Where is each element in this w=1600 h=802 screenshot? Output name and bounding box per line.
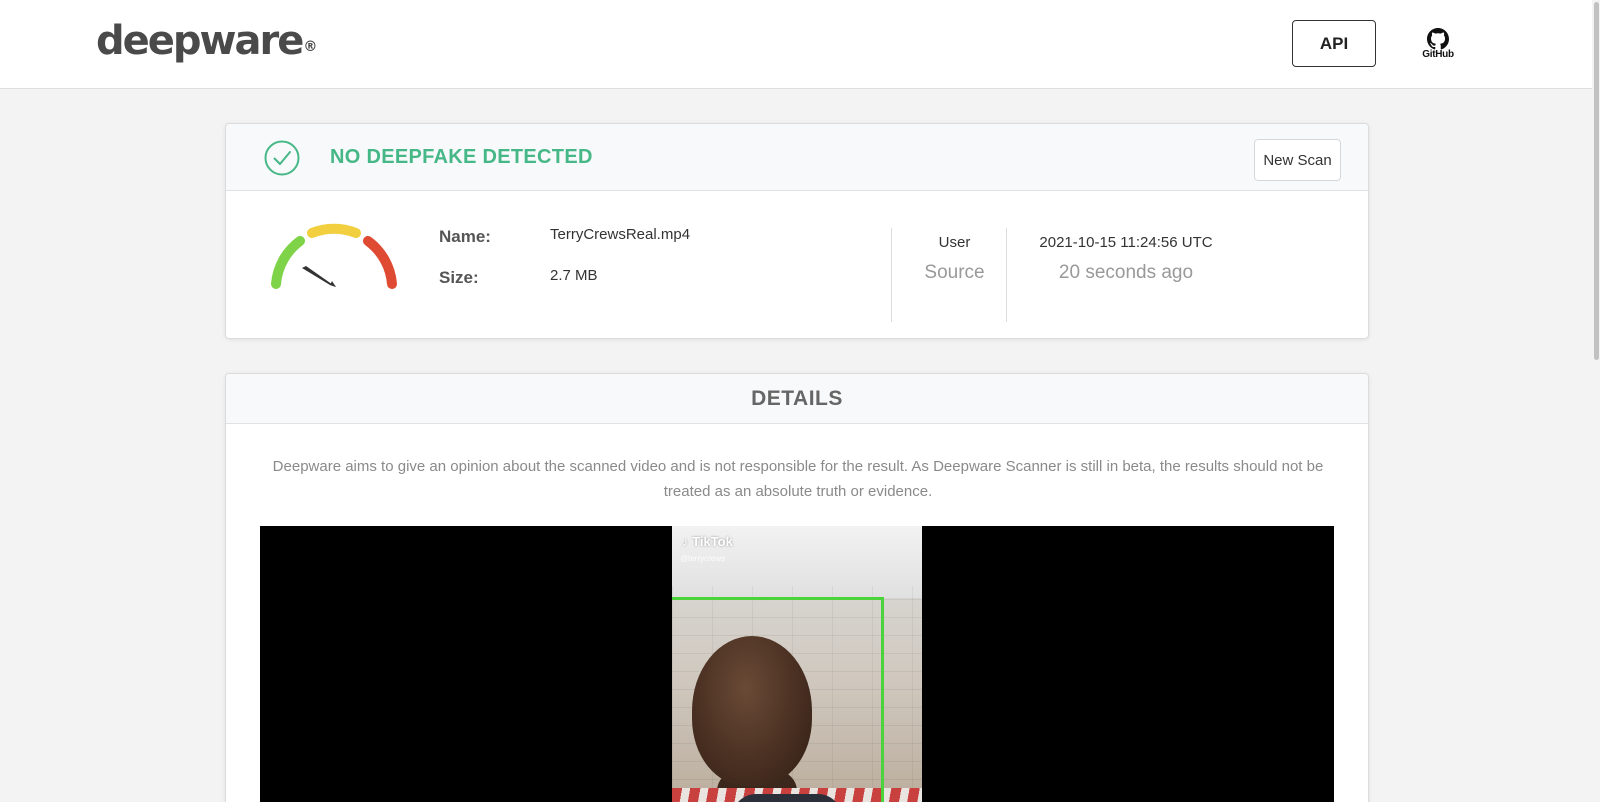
- scan-timestamp: 2021-10-15 11:24:56 UTC: [1039, 234, 1213, 251]
- divider: [891, 228, 892, 322]
- top-header: deepware® API GitHub: [0, 0, 1600, 89]
- registered-mark: ®: [303, 39, 318, 55]
- scan-relative-time: 20 seconds ago: [1058, 262, 1194, 283]
- check-circle-icon: [264, 140, 300, 176]
- file-size-value: 2.7 MB: [550, 267, 598, 284]
- github-label: GitHub: [1422, 49, 1454, 60]
- result-header: NO DEEPFAKE DETECTED New Scan: [226, 124, 1368, 191]
- divider: [1006, 228, 1007, 322]
- github-link[interactable]: GitHub: [1418, 28, 1458, 62]
- new-scan-button[interactable]: New Scan: [1254, 139, 1341, 181]
- source-value: User: [938, 234, 971, 251]
- name-label: Name:: [439, 227, 491, 246]
- details-title: DETAILS: [226, 374, 1368, 424]
- logo-text: deepware: [96, 18, 304, 64]
- scrollbar-thumb[interactable]: [1594, 2, 1599, 360]
- result-status-title: NO DEEPFAKE DETECTED: [330, 146, 593, 168]
- tiktok-label: TikTok: [692, 534, 733, 549]
- github-icon: [1427, 28, 1449, 50]
- size-label: Size:: [439, 268, 479, 287]
- video-frame: ♪ TikTok @terrycrews: [672, 526, 922, 802]
- risk-gauge-icon: [271, 223, 397, 289]
- face-detection-box: [672, 597, 884, 802]
- scanned-video-player[interactable]: ♪ TikTok @terrycrews: [260, 526, 1334, 802]
- deepware-logo[interactable]: deepware®: [96, 16, 317, 66]
- details-card: DETAILS Deepware aims to give an opinion…: [225, 373, 1369, 802]
- scan-result-card: NO DEEPFAKE DETECTED New Scan Name: Terr…: [225, 123, 1369, 339]
- file-name-value: TerryCrewsReal.mp4: [550, 226, 691, 243]
- api-button[interactable]: API: [1292, 20, 1376, 67]
- disclaimer-text: Deepware aims to give an opinion about t…: [272, 458, 1324, 500]
- source-label: Source: [924, 262, 985, 283]
- tiktok-username: @terrycrews: [680, 554, 726, 563]
- tiktok-watermark: ♪ TikTok: [682, 534, 733, 549]
